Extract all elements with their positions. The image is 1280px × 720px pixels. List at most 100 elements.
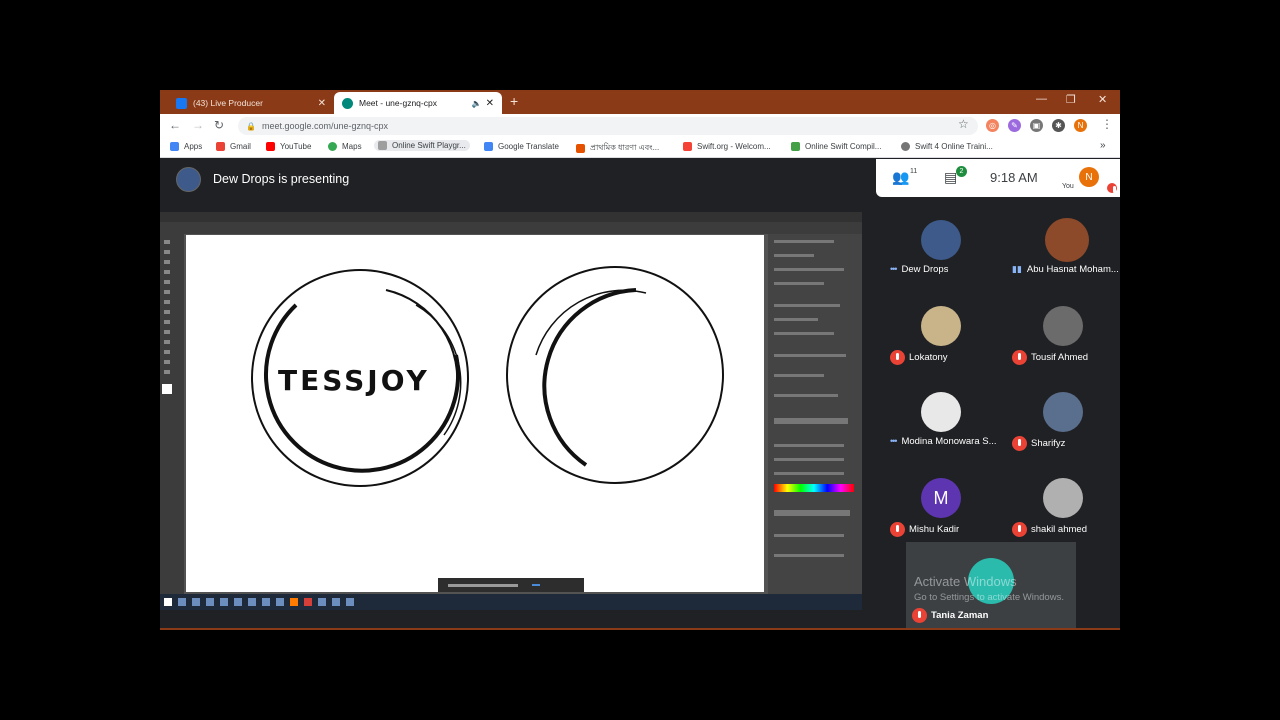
profile-avatar[interactable]: N	[1074, 119, 1087, 132]
bookmark-star-icon[interactable]: ☆	[958, 117, 969, 131]
presenting-label: Dew Drops is presenting	[213, 172, 350, 186]
url-text: meet.google.com/une-gznq-cpx	[261, 121, 389, 131]
close-window-icon[interactable]: ✕	[1098, 93, 1107, 106]
tab-strip: (43) Live Producer ✕ Meet - une-gznq-cpx…	[160, 90, 1120, 114]
bookmark-apps[interactable]: Apps	[170, 142, 202, 151]
speaker-icon[interactable]: 🔈	[472, 99, 482, 108]
bookmark-swift-training[interactable]: Swift 4 Online Traini...	[901, 142, 993, 151]
code-icon	[791, 142, 800, 151]
logo-artwork: TESSJOY	[251, 266, 724, 487]
close-tab-icon[interactable]: ✕	[486, 98, 494, 109]
chat-badge: 2	[956, 166, 967, 177]
screen-frame: (43) Live Producer ✕ Meet - une-gznq-cpx…	[160, 90, 1120, 630]
facebook-icon	[176, 97, 187, 109]
muted-mic-icon	[912, 608, 927, 623]
color-spectrum	[774, 484, 854, 492]
participant-name: Modina Monowara S...	[901, 436, 997, 447]
illustrator-menubar	[160, 212, 862, 222]
self-avatar: N	[1079, 167, 1099, 187]
artboard: TESSJOY	[186, 235, 764, 592]
self-tile-name: Tania Zaman	[931, 610, 989, 622]
participant-tile[interactable]: ••• Modina Monowara S...	[876, 382, 998, 468]
forward-icon[interactable]: →	[192, 118, 204, 132]
muted-mic-icon	[1012, 522, 1027, 537]
browser-toolbar: ← → ↻ 🔒 meet.google.com/une-gznq-cpx ☆ ◎…	[160, 114, 1120, 138]
pen-extension-icon[interactable]: ✎	[1008, 119, 1021, 132]
muted-mic-icon	[890, 350, 905, 365]
bookmark-gmail[interactable]: Gmail	[216, 142, 251, 151]
bottom-edge	[160, 628, 1120, 630]
address-bar[interactable]: 🔒 meet.google.com/une-gznq-cpx	[238, 117, 978, 135]
reload-icon[interactable]: ↻	[214, 118, 224, 132]
participant-name: Dew Drops	[901, 264, 949, 275]
swift-bird-icon	[576, 144, 585, 153]
camera-extension-icon[interactable]: ▣	[1030, 119, 1043, 132]
muted-mic-icon	[890, 522, 905, 537]
gmail-icon	[216, 142, 225, 151]
muted-mic-icon	[1012, 436, 1027, 451]
bookmark-google-translate[interactable]: Google Translate	[484, 142, 559, 151]
activate-windows-subtitle: Go to Settings to activate Windows.	[914, 592, 1064, 603]
people-icon[interactable]: 👥	[892, 169, 909, 186]
participant-name: Sharifyz	[1031, 438, 1066, 450]
participants-count: 11	[910, 168, 918, 175]
youtube-icon	[266, 142, 275, 151]
participant-tile[interactable]: Sharifyz	[998, 382, 1120, 468]
participant-avatar	[1043, 478, 1083, 518]
puzzle-extension-icon[interactable]: ✱	[1052, 119, 1065, 132]
back-icon[interactable]: ←	[169, 118, 181, 132]
you-label: You	[1062, 183, 1074, 190]
participant-tile[interactable]: ▮▮ Abu Hasnat Moham...	[998, 210, 1120, 296]
participant-avatar	[1043, 392, 1083, 432]
speaking-dots-icon: •••	[890, 264, 898, 274]
bookmark-youtube[interactable]: YouTube	[266, 142, 311, 151]
windows-taskbar	[160, 594, 862, 610]
bookmarks-overflow[interactable]: »	[1100, 140, 1106, 151]
participant-avatar	[921, 220, 961, 260]
bookmarks-bar: Apps Gmail YouTube Maps Online Swift Pla…	[160, 138, 1120, 158]
participant-name: Lokatony	[909, 352, 948, 364]
participant-name: Mishu Kadir	[909, 524, 960, 536]
participant-name: Abu Hasnat Moham...	[1026, 264, 1119, 275]
extension-icon[interactable]: ◎	[986, 119, 999, 132]
presenter-avatar	[176, 167, 201, 192]
new-tab-icon[interactable]: +	[510, 93, 518, 109]
maps-icon	[328, 142, 337, 151]
bookmark-swift-org[interactable]: Swift.org - Welcom...	[683, 142, 771, 151]
bookmark-swift-playground[interactable]: Online Swift Playgr...	[374, 140, 470, 151]
stop-sharing-button[interactable]	[532, 584, 540, 586]
participant-avatar	[921, 306, 961, 346]
illustrator-toolbar	[160, 234, 184, 594]
tab-meet[interactable]: Meet - une-gznq-cpx 🔈 ✕	[334, 92, 502, 114]
participant-name: Tousif Ahmed	[1031, 352, 1089, 364]
participant-tile[interactable]: ••• Dew Drops	[876, 210, 998, 296]
tab-title: Meet - une-gznq-cpx	[359, 98, 437, 108]
tab-title: (43) Live Producer	[193, 98, 263, 108]
logo-text: TESSJOY	[278, 364, 430, 397]
bookmark-maps[interactable]: Maps	[328, 142, 362, 151]
self-muted-icon	[1107, 183, 1117, 193]
restore-icon[interactable]: ❐	[1066, 93, 1076, 106]
gear-icon	[901, 142, 910, 151]
activate-windows-title: Activate Windows	[914, 574, 1017, 589]
presenter-bar: Dew Drops is presenting	[160, 159, 876, 199]
swift-icon	[683, 142, 692, 151]
translate-icon	[484, 142, 493, 151]
apps-grid-icon	[170, 142, 179, 151]
participant-tile[interactable]: Lokatony	[876, 296, 998, 382]
participant-name: shakil ahmed	[1031, 524, 1087, 536]
bookmark-bangla[interactable]: প্রাথমিক ধারণা এবং...	[576, 142, 659, 155]
close-tab-icon[interactable]: ✕	[318, 98, 326, 109]
menu-icon[interactable]: ⋮	[1101, 117, 1113, 131]
participant-tile[interactable]: Tousif Ahmed	[998, 296, 1120, 382]
muted-mic-icon	[1012, 350, 1027, 365]
tab-live-producer[interactable]: (43) Live Producer ✕	[168, 92, 334, 114]
participant-avatar	[1045, 218, 1089, 262]
illustrator-doc-tabs	[160, 222, 862, 234]
page-icon	[378, 141, 387, 150]
bookmark-swift-compiler[interactable]: Online Swift Compil...	[791, 142, 881, 151]
meeting-time: 9:18 AM	[990, 170, 1038, 185]
illustrator-properties-panel	[768, 234, 862, 594]
minimize-icon[interactable]: —	[1036, 93, 1047, 105]
screen-share-notice	[438, 578, 584, 592]
